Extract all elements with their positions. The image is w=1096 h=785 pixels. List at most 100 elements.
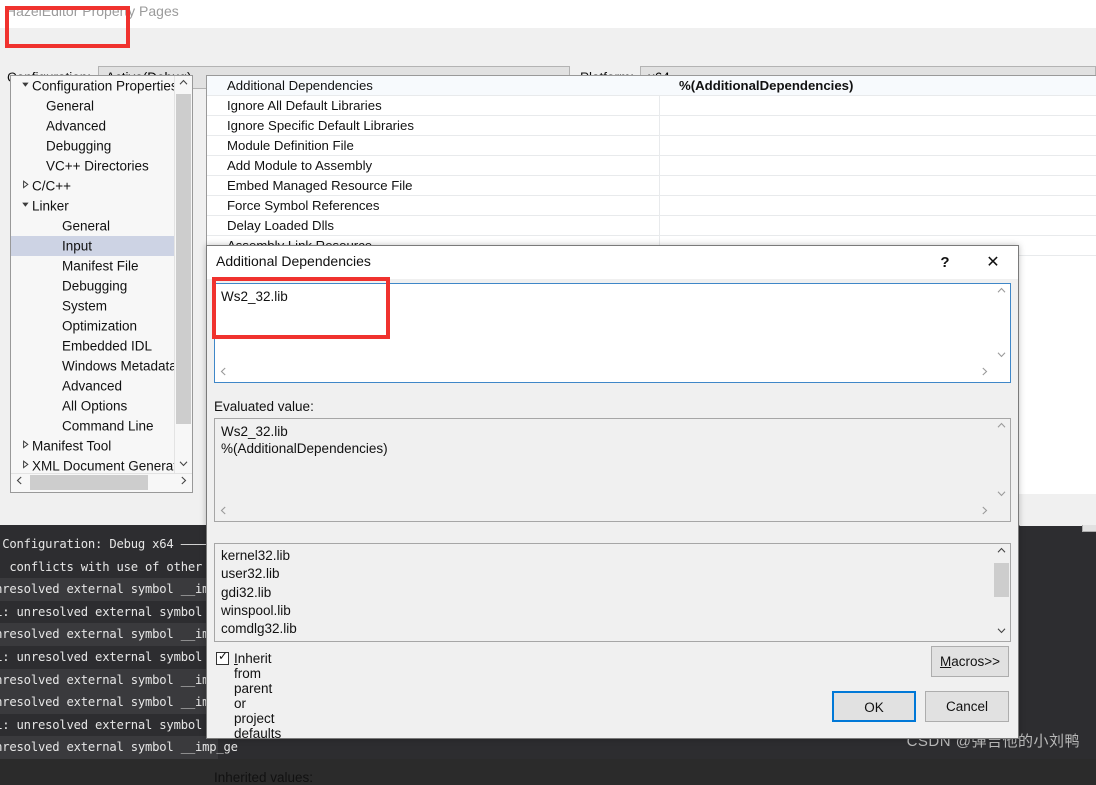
inherit-checkbox[interactable]: ✓ [216, 652, 229, 665]
console-output-text: Configuration: Debug x64 ————0' conflict… [0, 533, 218, 759]
additional-dependencies-dialog[interactable]: Additional Dependencies ? ✕ Ws2_32.lib E… [206, 245, 1019, 739]
console-line: 0' conflicts with use of other libs [0, 556, 218, 579]
scroll-down-icon[interactable] [993, 624, 1010, 641]
evaluated-value-label: Evaluated value: [214, 399, 314, 414]
scroll-left-icon[interactable] [11, 474, 28, 491]
sidebar-item-windows-metadata[interactable]: Windows Metadata [11, 356, 175, 376]
property-name: Force Symbol References [227, 198, 379, 213]
evaluated-horizontal-scrollbar[interactable] [215, 504, 1010, 521]
table-row[interactable]: Embed Managed Resource File [207, 176, 1096, 196]
table-row[interactable]: Ignore Specific Default Libraries [207, 116, 1096, 136]
evaluated-value-text: Ws2_32.lib %(AdditionalDependencies) [221, 423, 388, 457]
chevron-expanded-icon[interactable] [19, 76, 32, 96]
sidebar-item-label: Debugging [46, 138, 111, 153]
tree-vertical-scrollbar[interactable] [174, 76, 192, 474]
sidebar-item-c-c[interactable]: C/C++ [11, 176, 175, 196]
sidebar-item-configuration-properties[interactable]: Configuration Properties [11, 76, 175, 96]
sidebar-item-input[interactable]: Input [11, 236, 175, 256]
scroll-down-icon[interactable] [175, 457, 192, 474]
sidebar-item-label: Windows Metadata [62, 358, 175, 373]
tree-hscroll-thumb[interactable] [30, 475, 148, 490]
sidebar-item-debugging[interactable]: Debugging [11, 136, 175, 156]
inherited-scroll-thumb[interactable] [994, 563, 1009, 597]
sidebar-item-advanced[interactable]: Advanced [11, 376, 175, 396]
sidebar-item-label: Command Line [62, 418, 154, 433]
console-line: unresolved external symbol __imp_ge [0, 669, 218, 692]
sidebar-item-label: Optimization [62, 318, 137, 333]
property-value[interactable]: %(AdditionalDependencies) [679, 78, 853, 93]
page-title: HazelEditor Property Pages [6, 3, 179, 19]
sidebar-item-label: XML Document Generator [32, 458, 175, 473]
scroll-up-icon[interactable] [175, 76, 192, 93]
chevron-expanded-icon[interactable] [19, 196, 32, 216]
check-icon: ✓ [218, 650, 228, 663]
table-row[interactable]: Add Module to Assembly [207, 156, 1096, 176]
chevron-collapsed-icon[interactable] [19, 436, 32, 456]
inherited-values-text: kernel32.lib user32.lib gdi32.lib winspo… [221, 547, 297, 642]
sidebar-item-debugging[interactable]: Debugging [11, 276, 175, 296]
property-name: Add Module to Assembly [227, 158, 372, 173]
grid-rows-container: Additional Dependencies%(AdditionalDepen… [207, 76, 1096, 256]
property-name: Module Definition File [227, 138, 354, 153]
sidebar-item-xml-document-generator[interactable]: XML Document Generator [11, 456, 175, 474]
scroll-right-icon[interactable] [976, 365, 993, 382]
sidebar-item-label: Debugging [62, 278, 127, 293]
scroll-up-icon[interactable] [993, 544, 1010, 561]
chevron-collapsed-icon[interactable] [19, 456, 32, 474]
property-name: Ignore Specific Default Libraries [227, 118, 414, 133]
cancel-button[interactable]: Cancel [925, 691, 1009, 722]
sidebar-item-vc-directories[interactable]: VC++ Directories [11, 156, 175, 176]
sidebar-item-label: Advanced [46, 118, 106, 133]
dependencies-editor-value: Ws2_32.lib [221, 288, 288, 306]
scroll-right-icon[interactable] [175, 474, 192, 491]
sidebar-item-general[interactable]: General [11, 216, 175, 236]
table-row[interactable]: Delay Loaded Dlls [207, 216, 1096, 236]
scroll-up-icon[interactable] [993, 284, 1010, 301]
table-row[interactable]: Additional Dependencies%(AdditionalDepen… [207, 76, 1096, 96]
console-line: 01: unresolved external symbol __im [0, 714, 218, 737]
table-row[interactable]: Ignore All Default Libraries [207, 96, 1096, 116]
tree-scroll-thumb[interactable] [176, 94, 191, 424]
table-row[interactable]: Force Symbol References [207, 196, 1096, 216]
sidebar-item-command-line[interactable]: Command Line [11, 416, 175, 436]
sidebar-item-advanced[interactable]: Advanced [11, 116, 175, 136]
console-line: unresolved external symbol __imp_bi [0, 578, 218, 601]
help-icon[interactable]: ? [930, 250, 960, 276]
sidebar-item-label: Input [62, 238, 92, 253]
sidebar-item-manifest-tool[interactable]: Manifest Tool [11, 436, 175, 456]
tree-horizontal-scrollbar[interactable] [11, 473, 192, 492]
property-name: Embed Managed Resource File [227, 178, 412, 193]
macros-button[interactable]: Macros>> [931, 646, 1009, 677]
dialog-titlebar: Additional Dependencies ? ✕ [207, 246, 1018, 279]
scroll-right-icon[interactable] [976, 504, 993, 521]
console-line: 01: unresolved external symbol __im [0, 601, 218, 624]
scroll-up-icon[interactable] [993, 419, 1010, 436]
table-row[interactable]: Module Definition File [207, 136, 1096, 156]
macros-button-text: acros>> [951, 654, 1000, 669]
sidebar-item-linker[interactable]: Linker [11, 196, 175, 216]
close-icon[interactable]: ✕ [976, 250, 1010, 276]
window-titlebar: HazelEditor Property Pages [0, 0, 1096, 28]
sidebar-item-general[interactable]: General [11, 96, 175, 116]
editor-vertical-scrollbar[interactable] [993, 284, 1010, 365]
sidebar-item-label: Configuration Properties [32, 78, 175, 93]
configuration-tree-panel[interactable]: Configuration Properties General Advanced D… [10, 75, 193, 493]
sidebar-item-optimization[interactable]: Optimization [11, 316, 175, 336]
sidebar-item-embedded-idl[interactable]: Embedded IDL [11, 336, 175, 356]
sidebar-item-label: VC++ Directories [46, 158, 149, 173]
inherited-vertical-scrollbar[interactable] [993, 544, 1010, 641]
sidebar-item-system[interactable]: System [11, 296, 175, 316]
sidebar-item-all-options[interactable]: All Options [11, 396, 175, 416]
ok-button[interactable]: OK [832, 691, 916, 722]
scroll-down-icon[interactable] [993, 487, 1010, 504]
chevron-collapsed-icon[interactable] [19, 176, 32, 196]
scroll-left-icon[interactable] [215, 365, 232, 382]
scroll-down-icon[interactable] [993, 348, 1010, 365]
dialog-title: Additional Dependencies [216, 253, 371, 269]
sidebar-item-manifest-file[interactable]: Manifest File [11, 256, 175, 276]
evaluated-value-box: Ws2_32.lib %(AdditionalDependencies) [214, 418, 1011, 522]
dependencies-editor[interactable]: Ws2_32.lib [214, 283, 1011, 383]
editor-horizontal-scrollbar[interactable] [215, 365, 1010, 382]
evaluated-vertical-scrollbar[interactable] [993, 419, 1010, 504]
scroll-left-icon[interactable] [215, 504, 232, 521]
